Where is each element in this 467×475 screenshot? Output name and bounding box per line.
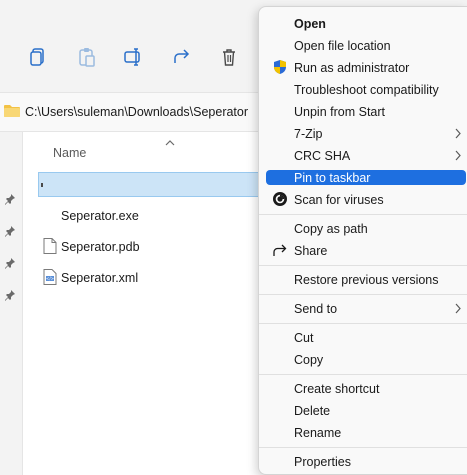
exe-icon [48, 209, 62, 225]
menu-label: Unpin from Start [294, 105, 386, 119]
selected-row[interactable] [38, 172, 268, 197]
chevron-right-icon [454, 303, 462, 314]
file-name: Seperator.exe [61, 209, 139, 223]
menu-separator [259, 214, 467, 215]
menu-label: Share [294, 244, 328, 258]
context-menu: Open Open file location Run as administr… [258, 6, 467, 475]
menu-separator [259, 265, 467, 266]
pin-icon[interactable] [4, 289, 16, 301]
document-icon [43, 238, 57, 254]
menu-item-copy-as-path[interactable]: Copy as path [266, 221, 466, 236]
menu-item-unpin-from-start[interactable]: Unpin from Start [266, 104, 466, 119]
delete-icon[interactable] [218, 46, 240, 68]
menu-label: Properties [294, 455, 351, 469]
menu-label: Restore previous versions [294, 273, 439, 287]
menu-label: Delete [294, 404, 331, 418]
menu-label: Copy [294, 353, 324, 367]
antivirus-icon [272, 191, 288, 207]
share-icon [272, 242, 288, 258]
menu-item-rename[interactable]: Rename [266, 425, 466, 440]
menu-label: CRC SHA [294, 149, 351, 163]
svg-text:</>: </> [46, 276, 54, 281]
menu-item-pin-to-taskbar[interactable]: Pin to taskbar [266, 170, 466, 185]
column-header-name[interactable]: Name [53, 146, 86, 160]
menu-label: Rename [294, 426, 342, 440]
menu-label: Copy as path [294, 222, 368, 236]
chevron-right-icon [454, 128, 462, 139]
copy-icon[interactable] [27, 46, 49, 68]
xml-file-icon: </> [43, 269, 57, 285]
menu-label: Create shortcut [294, 382, 380, 396]
navigation-pane [0, 132, 23, 475]
menu-separator [259, 323, 467, 324]
menu-label: 7-Zip [294, 127, 323, 141]
share-icon[interactable] [171, 46, 193, 68]
menu-label: Open file location [294, 39, 391, 53]
menu-item-open-file-location[interactable]: Open file location [266, 38, 466, 53]
menu-item-delete[interactable]: Delete [266, 403, 466, 418]
file-row-xml[interactable]: </> Seperator.xml [40, 268, 240, 290]
menu-item-send-to[interactable]: Send to [266, 301, 466, 316]
menu-item-troubleshoot-compatibility[interactable]: Troubleshoot compatibility [266, 82, 466, 97]
menu-item-open[interactable]: Open [266, 16, 466, 31]
menu-label: Run as administrator [294, 61, 410, 75]
rename-icon[interactable] [122, 46, 144, 68]
menu-item-properties[interactable]: Properties [266, 454, 466, 469]
menu-label: Cut [294, 331, 314, 345]
file-row-pdb[interactable]: Seperator.pdb [40, 237, 240, 259]
menu-item-share[interactable]: Share [266, 243, 466, 258]
menu-item-copy[interactable]: Copy [266, 352, 466, 367]
file-row-exe[interactable]: Seperator.exe [40, 206, 240, 228]
menu-separator [259, 447, 467, 448]
menu-label: Troubleshoot compatibility [294, 83, 439, 97]
shield-icon [272, 59, 288, 75]
menu-separator [259, 374, 467, 375]
menu-label: Open [294, 17, 326, 31]
paste-icon[interactable] [76, 46, 98, 68]
menu-item-run-as-administrator[interactable]: Run as administrator [266, 60, 466, 75]
menu-item-7-zip[interactable]: 7-Zip [266, 126, 466, 141]
menu-label: Pin to taskbar [294, 171, 371, 185]
menu-label: Scan for viruses [294, 193, 384, 207]
pin-icon[interactable] [4, 193, 16, 205]
file-name: Seperator.pdb [61, 240, 140, 254]
rename-field[interactable] [39, 174, 45, 194]
address-path[interactable]: C:\Users\suleman\Downloads\Seperator [25, 105, 248, 119]
menu-label: Send to [294, 302, 338, 316]
menu-separator [259, 294, 467, 295]
menu-item-scan-for-viruses[interactable]: Scan for viruses [266, 192, 466, 207]
pin-icon[interactable] [4, 257, 16, 269]
menu-item-cut[interactable]: Cut [266, 330, 466, 345]
pin-icon[interactable] [4, 225, 16, 237]
folder-icon [4, 104, 20, 118]
chevron-right-icon [454, 150, 462, 161]
menu-item-crc-sha[interactable]: CRC SHA [266, 148, 466, 163]
menu-item-create-shortcut[interactable]: Create shortcut [266, 381, 466, 396]
sort-ascending-icon [165, 136, 175, 146]
file-name: Seperator.xml [61, 271, 139, 285]
menu-item-restore-previous-versions[interactable]: Restore previous versions [266, 272, 466, 287]
